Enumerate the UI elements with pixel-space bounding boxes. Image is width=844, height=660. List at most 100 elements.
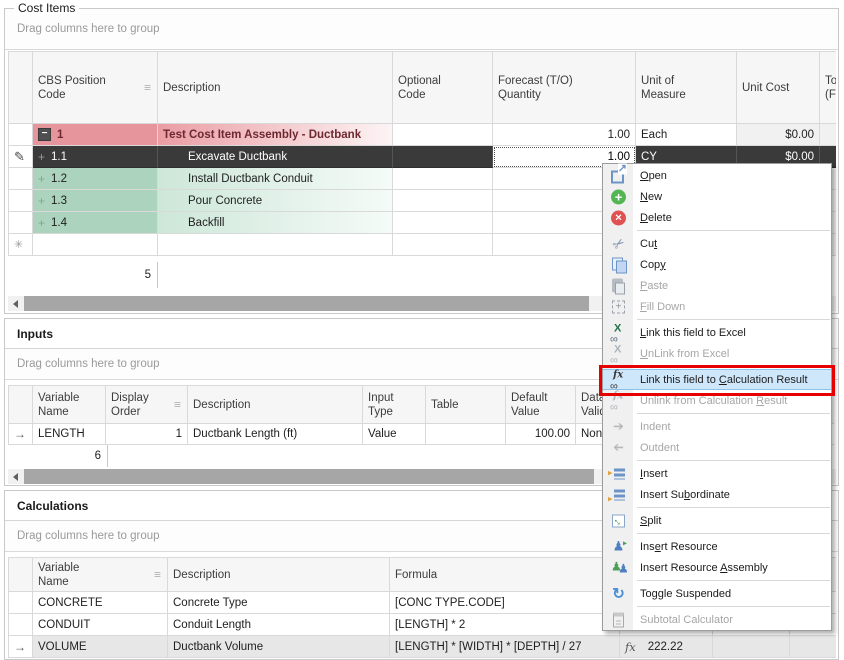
description-cell[interactable]: Backfill xyxy=(158,212,393,234)
column-header-cbs-position-code[interactable]: CBS Position Code xyxy=(33,51,158,124)
column-header-variable-name[interactable]: Variable Name xyxy=(33,385,106,424)
row-indicator-cell xyxy=(8,424,33,445)
table-cell[interactable] xyxy=(426,424,506,445)
description-cell[interactable]: Install Ductbank Conduit xyxy=(158,168,393,190)
filler-cell xyxy=(713,636,790,658)
inputs-row-count: 6 xyxy=(8,445,108,467)
description-cell[interactable]: Concrete Type xyxy=(168,592,390,614)
variable-name-cell[interactable]: CONDUIT xyxy=(33,614,168,636)
column-header-total-forecast[interactable]: Total (Forecast) xyxy=(820,51,836,124)
optional-code-cell[interactable] xyxy=(393,168,493,190)
calculation-row-volume-selected[interactable]: VOLUME Ductbank Volume [LENGTH] * [WIDTH… xyxy=(8,636,836,658)
menu-item-new[interactable]: New xyxy=(603,186,831,207)
cost-item-row-assembly[interactable]: 1 Test Cost Item Assembly - Ductbank 1.0… xyxy=(8,124,836,146)
formula-cell[interactable]: [CONC TYPE.CODE] xyxy=(390,592,620,614)
optional-code-cell[interactable] xyxy=(393,212,493,234)
new-icon xyxy=(609,187,628,206)
menu-item-insert-subordinate[interactable]: Insert Subordinate xyxy=(603,484,831,505)
default-value-cell[interactable]: 100.00 xyxy=(506,424,576,445)
description-cell[interactable]: Excavate Ductbank xyxy=(158,146,393,168)
display-order-cell[interactable]: 1 xyxy=(106,424,188,445)
cbs-code-cell[interactable]: 1 xyxy=(33,124,158,146)
column-header-formula[interactable]: Formula xyxy=(390,557,620,592)
menu-item-insert-resource[interactable]: Insert Resource xyxy=(603,536,831,557)
paste-icon xyxy=(609,276,628,295)
menu-item-cut[interactable]: Cut xyxy=(603,233,831,254)
menu-item-toggle-suspended[interactable]: Toggle Suspended xyxy=(603,583,831,604)
menu-item-copy[interactable]: Copy xyxy=(603,254,831,275)
optional-code-cell[interactable] xyxy=(393,146,493,168)
column-header-input-type[interactable]: Input Type xyxy=(363,385,426,424)
menu-item-insert[interactable]: Insert xyxy=(603,463,831,484)
outdent-icon xyxy=(609,438,628,457)
optional-code-cell[interactable] xyxy=(393,234,493,256)
scrollbar-thumb[interactable] xyxy=(24,296,589,311)
column-header-optional-code[interactable]: Optional Code xyxy=(393,51,493,124)
column-header-table[interactable]: Table xyxy=(426,385,506,424)
input-type-cell[interactable]: Value xyxy=(363,424,426,445)
scroll-left-button[interactable] xyxy=(8,296,23,311)
collapse-icon[interactable] xyxy=(38,128,51,141)
cbs-code-cell[interactable] xyxy=(33,234,158,256)
column-header-unit-of-measure[interactable]: Unit of Measure xyxy=(636,51,737,124)
scroll-left-button[interactable] xyxy=(8,469,23,484)
cbs-code-cell[interactable]: 1.4 xyxy=(33,212,158,234)
insert-icon xyxy=(609,464,628,483)
column-header-description[interactable]: Description xyxy=(168,557,390,592)
uom-cell[interactable]: Each xyxy=(636,124,737,146)
column-header-display-order[interactable]: Display Order xyxy=(106,385,188,424)
cbs-code-cell[interactable]: 1.3 xyxy=(33,190,158,212)
formula-cell[interactable]: [LENGTH] * 2 xyxy=(390,614,620,636)
column-header-description[interactable]: Description xyxy=(158,51,393,124)
expand-icon[interactable] xyxy=(38,150,45,164)
edit-pencil-icon xyxy=(14,149,25,165)
total-cell[interactable] xyxy=(820,124,836,146)
formula-cell[interactable]: [LENGTH] * [WIDTH] * [DEPTH] / 27 xyxy=(390,636,620,658)
row-indicator-cell xyxy=(8,636,33,658)
variable-name-cell[interactable]: CONCRETE xyxy=(33,592,168,614)
column-header-forecast-quantity[interactable]: Forecast (T/O) Quantity xyxy=(493,51,636,124)
cost-items-group-bar[interactable]: Drag columns here to group xyxy=(5,9,838,50)
menu-item-open[interactable]: Open xyxy=(603,165,831,186)
row-indicator-cell xyxy=(8,234,33,256)
insert-resource-icon xyxy=(609,537,628,556)
menu-item-delete[interactable]: Delete xyxy=(603,207,831,228)
description-cell[interactable]: Test Cost Item Assembly - Ductbank xyxy=(158,124,393,146)
column-header-unit-cost[interactable]: Unit Cost xyxy=(737,51,820,124)
expand-icon[interactable] xyxy=(38,216,45,230)
variable-name-cell[interactable]: VOLUME xyxy=(33,636,168,658)
result-cell[interactable]: fx 222.22 xyxy=(620,636,713,658)
optional-code-cell[interactable] xyxy=(393,190,493,212)
variable-name-cell[interactable]: LENGTH xyxy=(33,424,106,445)
unit-cost-cell[interactable]: $0.00 xyxy=(737,124,820,146)
description-cell[interactable]: Conduit Length xyxy=(168,614,390,636)
description-cell[interactable]: Ductbank Volume xyxy=(168,636,390,658)
menu-item-split[interactable]: Split xyxy=(603,510,831,531)
cost-items-header-row: CBS Position Code Description Optional C… xyxy=(8,51,836,124)
column-header-default-value[interactable]: Default Value xyxy=(506,385,576,424)
indent-icon xyxy=(609,417,628,436)
menu-item-insert-resource-assembly[interactable]: Insert Resource Assembly xyxy=(603,557,831,578)
new-row-icon xyxy=(14,238,23,251)
excel-link-icon xyxy=(609,323,628,342)
forecast-qty-cell[interactable]: 1.00 xyxy=(493,124,636,146)
column-header-variable-name[interactable]: Variable Name xyxy=(33,557,168,592)
menu-item-unlink-from-excel: UnLink from Excel xyxy=(603,343,831,364)
insert-resource-assembly-icon xyxy=(609,558,628,577)
cost-items-row-count: 5 xyxy=(8,262,158,288)
optional-code-cell[interactable] xyxy=(393,124,493,146)
scrollbar-thumb[interactable] xyxy=(24,469,594,484)
row-indicator-cell xyxy=(8,124,33,146)
current-row-arrow-icon xyxy=(14,640,26,654)
expand-icon[interactable] xyxy=(38,172,45,186)
sort-icon xyxy=(144,80,151,95)
description-cell[interactable] xyxy=(158,234,393,256)
description-cell[interactable]: Pour Concrete xyxy=(158,190,393,212)
cbs-code-cell[interactable]: 1.1 xyxy=(33,146,158,168)
cost-items-panel-title: Cost Items xyxy=(14,1,79,15)
expand-icon[interactable] xyxy=(38,194,45,208)
description-cell[interactable]: Ductbank Length (ft) xyxy=(188,424,363,445)
cbs-code-cell[interactable]: 1.2 xyxy=(33,168,158,190)
column-header-description[interactable]: Description xyxy=(188,385,363,424)
menu-item-link-field-to-excel[interactable]: Link this field to Excel xyxy=(603,322,831,343)
